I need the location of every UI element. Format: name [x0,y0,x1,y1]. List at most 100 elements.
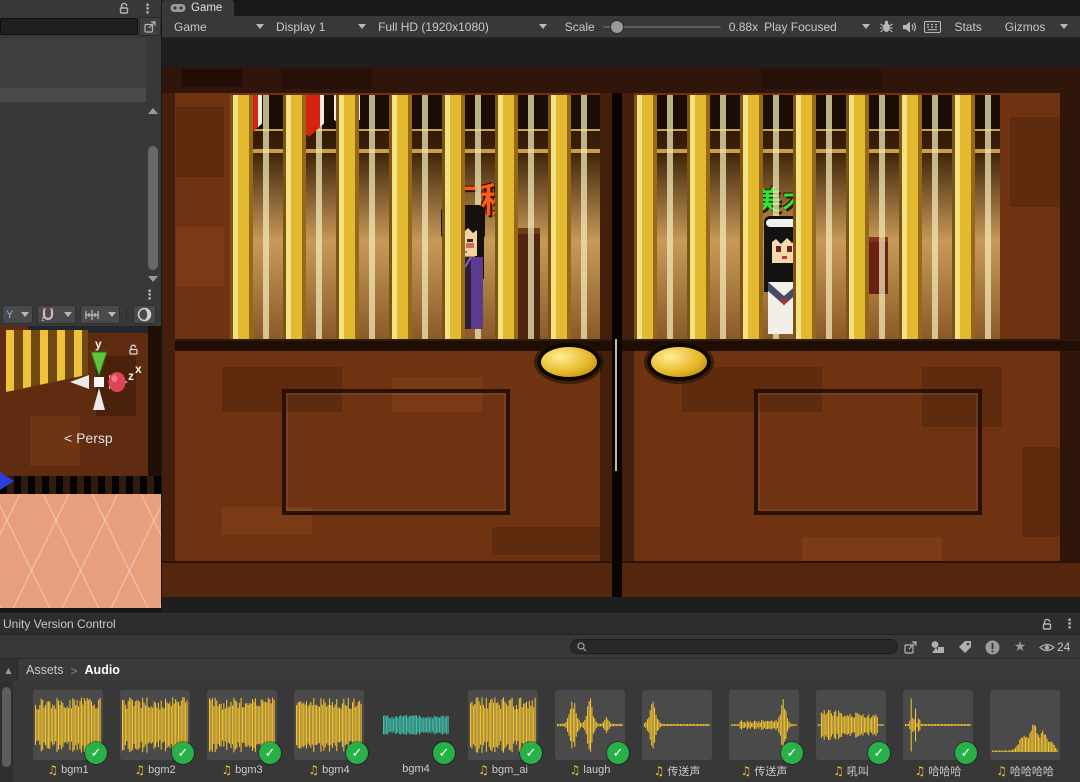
scroll-up-icon[interactable] [148,108,158,114]
right-door-panel-inset [754,389,982,515]
asset-label: ♫bgm4 [294,763,364,777]
asset-name: 传送声 [754,763,787,779]
chevron-down-icon [358,24,366,29]
scroll-down-icon[interactable] [148,276,158,282]
audio-waveform [644,694,710,756]
game-view-dropdown[interactable]: Game [168,16,270,38]
audio-waveform [992,694,1058,756]
tab-game[interactable]: Game [162,0,234,16]
asset-label: ♫laugh [555,763,625,777]
scale-label: Scale [565,21,595,33]
asset-label: ♫bgm1 [33,763,103,777]
scale-control: Scale 0.88x [565,21,758,33]
scrollbar-thumb[interactable] [148,146,158,270]
asset-name: 吼叫 [847,763,869,779]
eye-icon[interactable] [1038,638,1056,656]
resolution-dropdown[interactable]: Full HD (1920x1080) [372,16,553,38]
left-door-panel-inset [282,389,510,515]
handle-orientation-dropdown[interactable]: Y [2,305,33,324]
asset-name: 哈哈哈 [928,763,961,779]
grid-scrollbar[interactable] [0,681,13,782]
import-check-icon: ✓ [520,742,542,764]
perspective-label[interactable]: < Persp [64,430,113,446]
project-search[interactable] [570,639,898,654]
asset-label: ♫传送声 [642,763,712,779]
favorites-star-icon[interactable]: ★ [1011,638,1029,656]
asset-name: bgm3 [235,764,263,776]
chevron-down-icon [256,24,264,29]
warning-filter-icon[interactable] [983,638,1001,656]
asset-item[interactable]: ♫哈哈哈哈 [990,690,1060,779]
display-dropdown[interactable]: Display 1 [270,16,372,38]
asset-name: laugh [583,764,610,776]
asset-item[interactable]: ✓bgm4 [381,690,451,775]
asset-thumbnail: ✓ [120,690,190,760]
list-item[interactable] [0,88,146,102]
tab-game-label: Game [191,2,222,14]
grid-snap-dropdown[interactable] [37,305,76,324]
import-check-icon: ✓ [868,742,890,764]
gizmo-y-label: y [95,338,102,351]
asset-item[interactable]: ✓♫吼叫 [816,690,886,779]
kebab-menu-icon[interactable]: ⋮ [141,1,154,17]
lock-icon[interactable] [1041,618,1053,630]
status-bar-title: Unity Version Control [3,618,116,630]
asset-item[interactable]: ✓♫传送声 [729,690,799,779]
stats-button[interactable]: Stats [948,16,998,38]
asset-item[interactable]: ♫传送声 [642,690,712,779]
asset-item[interactable]: ✓ ♫bgm2 [120,690,190,777]
import-check-icon: ✓ [259,742,281,764]
asset-item[interactable]: ✓♫bgm1 [33,690,103,777]
lock-icon[interactable] [118,2,130,14]
right-door-handle [647,343,711,381]
music-note-icon: ♫ [570,763,581,777]
asset-label: ♫哈哈哈 [903,763,973,779]
asset-name: bgm_ai [492,764,528,776]
golden-bars [634,95,1000,339]
breadcrumb-current[interactable]: Audio [85,664,120,677]
asset-item[interactable]: ✓♫bgm4 [294,690,364,777]
scene-camera-settings-icon[interactable] [133,305,156,324]
play-focused-dropdown[interactable]: Play Focused [758,16,875,38]
asset-label: ♫bgm2 [120,763,190,777]
grid-scrollbar-thumb[interactable] [2,687,11,767]
kebab-menu-icon[interactable]: ⋮ [143,287,156,303]
import-check-icon: ✓ [85,742,107,764]
breadcrumb-root[interactable]: Assets [26,664,64,677]
game-panel: Game Game Display 1 Full HD (1920x1080) … [162,0,1080,612]
gizmos-dropdown[interactable]: Gizmos [999,16,1074,38]
left-panel: ⋮ [0,0,162,284]
game-viewport[interactable]: 工程 [162,38,1080,612]
panel-filter-field[interactable] [0,18,138,35]
audio-mute-icon[interactable] [898,16,921,38]
keyboard-icon[interactable] [921,16,944,38]
gizmo-x-label: x [135,362,142,376]
door-gap [612,93,622,597]
kebab-menu-icon[interactable]: ⋮ [1063,616,1076,632]
scene-viewport[interactable]: y z x < Persp [0,326,161,612]
import-check-icon: ✓ [346,742,368,764]
scale-slider[interactable] [603,26,721,28]
snap-increment-dropdown[interactable] [80,305,120,324]
scale-slider-knob[interactable] [611,21,623,33]
asset-label: bgm4 [381,763,451,775]
scene-dark-column [148,326,161,496]
asset-item[interactable]: ✓♫bgm3 [207,690,277,777]
collapse-panel-icon[interactable]: ▲ [0,659,18,682]
scrollbar[interactable] [146,38,161,284]
filter-by-label-icon[interactable] [956,638,974,656]
wood-texture-patch [182,69,242,87]
open-window-icon[interactable] [902,638,920,656]
asset-item[interactable]: ✓♫哈哈哈 [903,690,973,779]
breadcrumb: ▲ Assets > Audio [0,658,1080,682]
door-frame [162,93,175,597]
asset-item[interactable]: ✓♫bgm_ai [468,690,538,777]
right-door-window: 美术 [634,95,1000,339]
asset-item[interactable]: ✓♫laugh [555,690,625,777]
lock-icon[interactable] [128,344,139,355]
debug-bug-icon[interactable] [876,16,899,38]
filter-by-type-icon[interactable] [928,638,946,656]
asset-name: bgm1 [61,764,89,776]
open-window-icon[interactable] [139,17,161,36]
project-search-input[interactable] [591,641,891,653]
